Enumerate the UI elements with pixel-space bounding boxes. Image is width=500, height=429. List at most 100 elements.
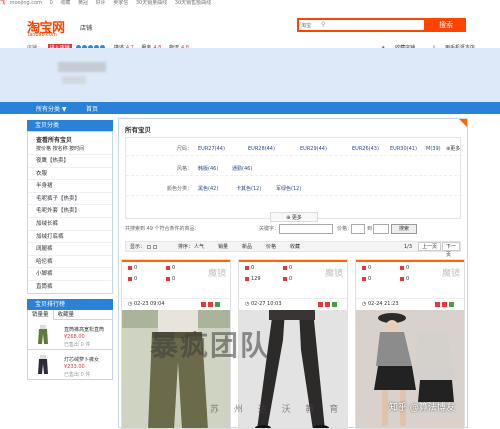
shop-subname-blurred [62,76,86,84]
attr-value[interactable]: EUR26(43) [352,142,379,156]
rank-item-image[interactable] [36,324,50,345]
attr-value[interactable]: M(39) [426,142,441,156]
sidebar-item[interactable]: 小脚裤 [28,267,112,280]
sidebar-header: 宝贝分类 [27,120,113,131]
display-label: 显示： [130,242,158,252]
sidebar-item[interactable]: 夜鹰【热卖】 [28,154,112,167]
rank-item[interactable]: 直筒裤高宽松直筒 ¥268.00 已售出 0 件 [27,319,113,350]
watermark-sub: 苏 州 达 沃 教 育 [210,405,345,415]
action-icon [332,302,337,307]
rank-item-sold: 已售出 0 件 [64,371,91,378]
nav-all-categories[interactable]: 所有分类 ▼ [36,104,67,113]
taobao-logo-sub: Taobao.com [27,32,57,38]
sort-links[interactable]: 按价格 按名称 按时间 [28,145,112,154]
shop-name-blurred [58,62,106,72]
sidebar-item[interactable]: 衣服 [28,166,112,180]
attr-value[interactable]: 通勤(46) [232,162,252,176]
stat-icon [245,265,249,270]
stat-icon [283,276,287,281]
search-button[interactable]: 搜索 [426,18,466,32]
sort-favorites[interactable]: 收藏 [290,242,300,252]
attr-value[interactable]: 韩版(46) [198,162,218,176]
mojing-logo[interactable]: 魔镜 [325,266,343,279]
sidebar-item[interactable]: 毛呢外套【热卖】 [28,204,112,217]
prev-page-button[interactable]: 上一页 [418,242,442,251]
attr-row-style: 风格： 韩版(46) 通勤(46) [126,162,462,176]
top-item: 好评 [95,0,106,6]
stat-icon [400,265,404,270]
top-item[interactable]: 收藏 [60,0,70,6]
next-page-button[interactable]: 下一页 [442,242,460,258]
card-date-bar: ◷ 02-27 10:03 [239,298,347,308]
keyword-input[interactable] [279,224,333,234]
sidebar-item[interactable]: 加绒长裤 [28,216,112,230]
price-to-label: 到 [367,226,373,232]
grid-view-icon[interactable] [147,244,152,249]
clock-icon: ◷ [128,301,133,307]
top-logo: 飞 [0,0,6,6]
action-icon [442,302,447,307]
top-item[interactable]: moojing.com [10,0,42,6]
price-label: 价格： [337,226,353,232]
attr-label: 尺码： [176,146,192,152]
rank-item[interactable]: 灯芯绒萝卜裤女 ¥233.00 已售出 0 件 [27,349,113,380]
rank-item-name[interactable]: 直筒裤高宽松直筒 [64,326,104,333]
filter-search-button[interactable]: 搜索 [391,224,417,234]
corner-flag-icon [459,119,467,127]
header: 淘宝网 Taobao.com 店铺 淘宝 ⚲ 搜索 店铺： 进入店铺 描述4.7… [0,7,500,52]
sort-popularity[interactable]: 人气 [194,242,204,252]
card-stat: 0 [283,265,292,271]
action-icon [325,302,330,307]
price-max-input[interactable] [373,224,389,234]
action-icon [208,302,213,307]
card-stat: 0 [166,276,175,282]
action-icon [215,302,220,307]
sidebar-item[interactable]: 直筒裤 [28,279,112,293]
attr-value[interactable]: 卡其色(12) [236,182,261,196]
clock-icon: ◷ [245,301,250,307]
search-input[interactable]: 淘宝 ⚲ [297,18,426,32]
attr-more-link[interactable]: ⊕更多 [446,142,460,156]
view-all-link[interactable]: 查看所有宝贝 [28,132,112,145]
attr-label: 风格： [176,166,192,172]
card-date-bar: ◷ 02-23 09:04 [122,298,230,308]
tab-sales[interactable]: 销量量 [28,309,54,320]
sidebar-item[interactable]: 半身裙 [28,179,112,192]
sidebar-item[interactable]: 哈伦裤 [28,254,112,268]
sort-new[interactable]: 新品 [242,242,252,252]
card-top-bar [239,260,347,262]
category-list: 查看所有宝贝 按价格 按名称 按时间 夜鹰【热卖】 衣服 半身裙 毛呢裤子【热卖… [27,131,113,294]
keyword-label: 关键字： [259,226,280,232]
rank-item-image[interactable] [36,354,50,375]
mojing-logo[interactable]: 魔镜 [208,266,226,279]
attr-value[interactable]: EUR30(41) [390,142,417,156]
sort-sales[interactable]: 销量 [218,242,228,252]
rank-item-sold: 已售出 0 件 [64,341,91,348]
sort-price[interactable]: 价格 [266,242,276,252]
nav-home[interactable]: 首页 [86,104,98,113]
card-stat: 0 [400,276,409,282]
zhihu-watermark: 知乎 @算法博友 [389,403,455,413]
action-icon [449,302,454,307]
attr-value[interactable]: 军绿色(12) [276,182,301,196]
attr-value[interactable]: EUR28(44) [248,142,275,156]
list-view-icon[interactable] [153,244,158,249]
more-filters-button[interactable]: ⊕ 更多 [270,212,318,222]
stat-icon [166,276,170,281]
top-item: 0 [49,0,53,6]
sidebar-item[interactable]: 毛呢裤子【热卖】 [28,191,112,205]
search-scope-select[interactable]: 淘宝 [301,22,311,29]
attr-value[interactable]: EUR29(44) [300,142,327,156]
attr-value[interactable]: EUR27(44) [198,142,225,156]
mojing-logo[interactable]: 魔镜 [442,266,460,279]
sidebar-item[interactable]: 加绒打底裤 [28,229,112,243]
card-stat: 0 [362,265,371,271]
attr-value[interactable]: 黑色(42) [198,182,218,196]
tab-favorites[interactable]: 收藏量 [54,310,79,320]
sidebar: 宝贝分类 查看所有宝贝 按价格 按名称 按时间 夜鹰【热卖】 衣服 半身裙 毛呢… [27,120,113,380]
sidebar-item[interactable]: 阔腿裤 [28,242,112,255]
top-strip: 飞 moojing.com 0 收藏 黄冠 好评 卖家信 30天销量曲线 30天… [0,0,500,6]
price-min-input[interactable] [351,224,365,234]
rank-item-name[interactable]: 灯芯绒萝卜裤女 [64,356,99,363]
stat-icon [128,276,132,281]
